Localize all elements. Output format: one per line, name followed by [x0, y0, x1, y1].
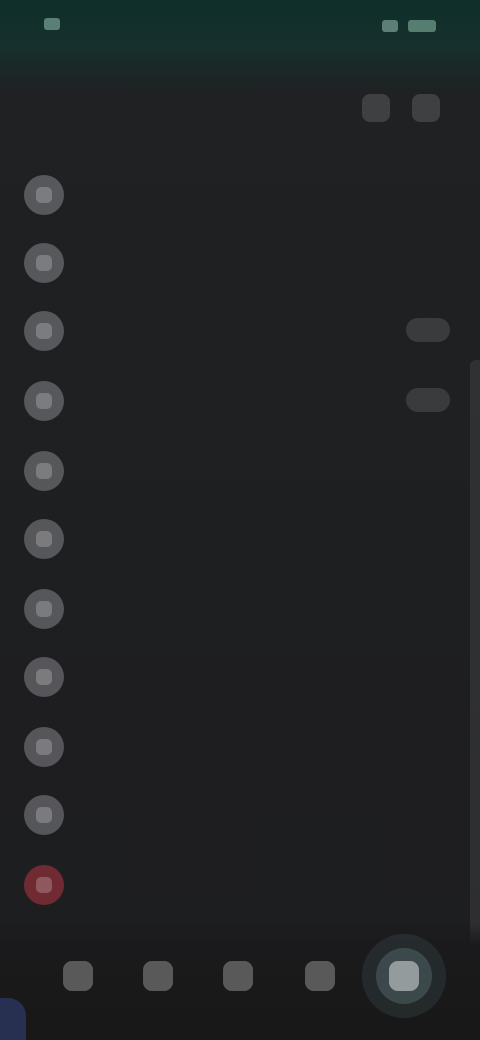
menu-item-logout[interactable]	[18, 856, 462, 914]
header-action-icon[interactable]	[362, 94, 390, 122]
help-icon	[24, 451, 64, 491]
status-left	[34, 18, 60, 30]
nav-search[interactable]	[130, 948, 186, 1004]
menu-trailing-value	[406, 318, 450, 342]
person-icon	[24, 175, 64, 215]
nav-home[interactable]	[50, 948, 106, 1004]
home-icon	[63, 961, 93, 991]
feedback-icon	[24, 795, 64, 835]
menu-item-8[interactable]	[18, 648, 462, 706]
info-icon	[24, 519, 64, 559]
menu-item-6[interactable]	[18, 510, 462, 568]
settings-icon	[389, 961, 419, 991]
page-header	[0, 74, 480, 146]
corner-decoration	[0, 998, 26, 1040]
menu-trailing-value	[406, 388, 450, 412]
wifi-icon	[382, 20, 398, 32]
scroll-rail[interactable]	[470, 360, 480, 960]
bottom-navigation	[0, 922, 480, 1040]
menu-item-9[interactable]	[18, 718, 462, 776]
menu-item-4[interactable]	[18, 372, 462, 430]
app-screen	[0, 0, 480, 1040]
nav-library[interactable]	[210, 948, 266, 1004]
settings-menu	[0, 160, 480, 920]
header-more-icon[interactable]	[412, 94, 440, 122]
menu-item-2[interactable]	[18, 234, 462, 292]
privacy-icon	[24, 657, 64, 697]
status-right	[382, 20, 446, 32]
menu-item-5[interactable]	[18, 442, 462, 500]
search-icon	[143, 961, 173, 991]
settings-icon	[24, 311, 64, 351]
signal-icon	[44, 18, 60, 30]
library-icon	[223, 961, 253, 991]
menu-item-7[interactable]	[18, 580, 462, 638]
nav-settings[interactable]	[376, 948, 432, 1004]
profile-icon	[305, 961, 335, 991]
logout-icon	[24, 865, 64, 905]
nav-profile[interactable]	[292, 948, 348, 1004]
star-icon	[24, 243, 64, 283]
battery-icon	[408, 20, 436, 32]
menu-item-1[interactable]	[18, 166, 462, 224]
shield-icon	[24, 381, 64, 421]
menu-item-3[interactable]	[18, 302, 462, 360]
bell-icon	[24, 589, 64, 629]
menu-item-10[interactable]	[18, 786, 462, 844]
status-bar	[0, 0, 480, 58]
storage-icon	[24, 727, 64, 767]
